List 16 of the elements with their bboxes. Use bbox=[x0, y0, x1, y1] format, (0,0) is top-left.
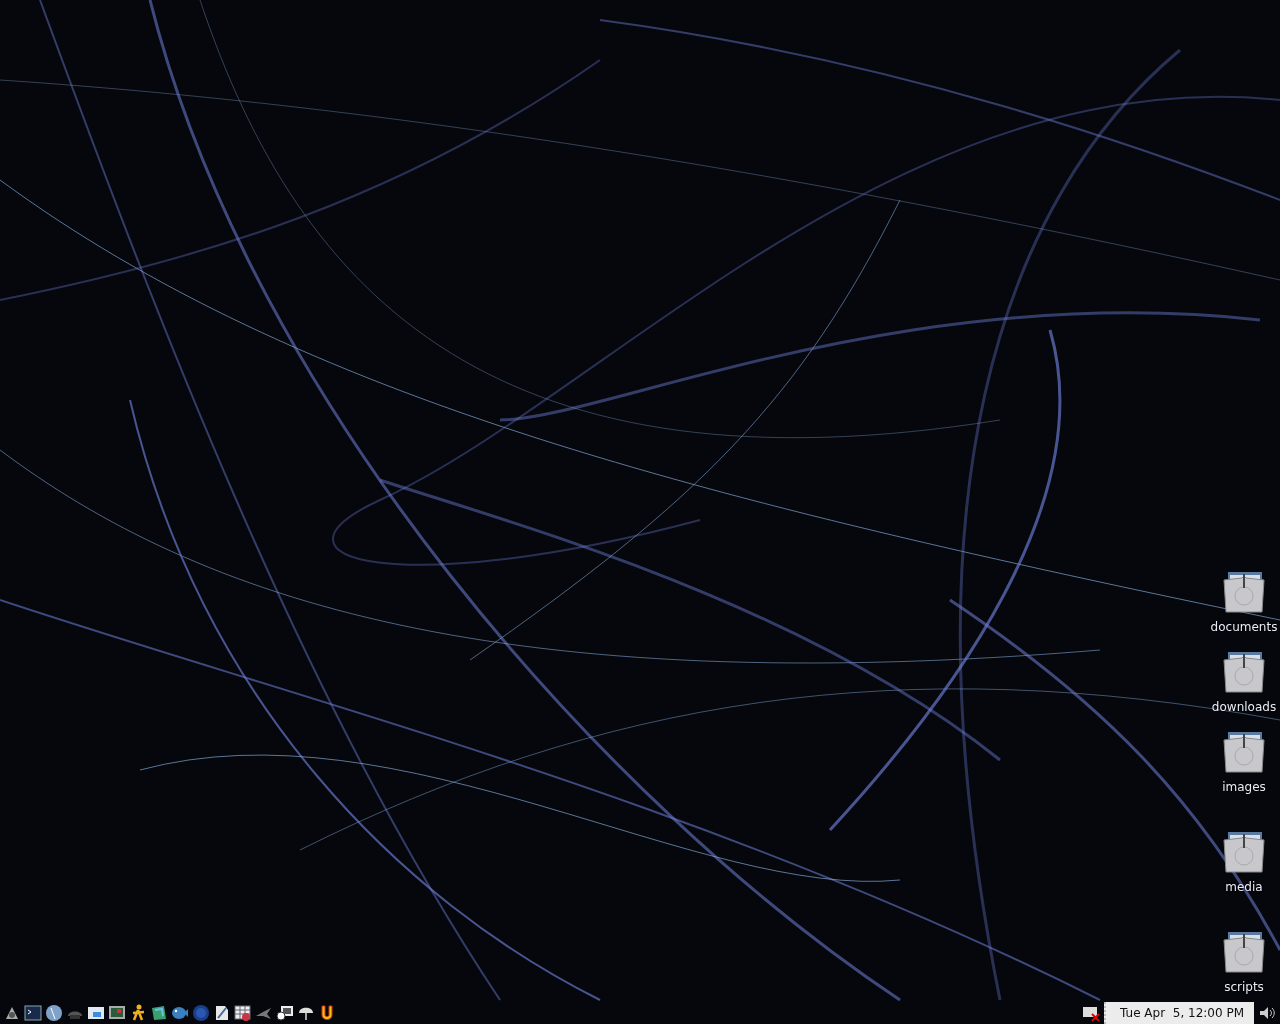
folder-label[interactable]: documents bbox=[1210, 620, 1278, 634]
globe-icon[interactable] bbox=[45, 1004, 63, 1022]
fish-icon[interactable] bbox=[171, 1004, 189, 1022]
monitor-icon[interactable] bbox=[108, 1004, 126, 1022]
folder-label[interactable]: images bbox=[1222, 780, 1266, 794]
folder-label[interactable]: downloads bbox=[1211, 700, 1277, 714]
window-close-icon[interactable] bbox=[1082, 1004, 1101, 1022]
puzzle-icon[interactable] bbox=[150, 1004, 168, 1022]
magnet-icon[interactable] bbox=[318, 1004, 336, 1022]
document-icon[interactable] bbox=[213, 1004, 231, 1022]
terminal-icon[interactable] bbox=[24, 1004, 42, 1022]
folder-label[interactable]: scripts bbox=[1224, 980, 1264, 994]
picture-icon[interactable] bbox=[276, 1004, 294, 1022]
spreadsheet-icon[interactable] bbox=[234, 1004, 252, 1022]
folder-label[interactable]: media bbox=[1225, 880, 1263, 894]
clock[interactable]: Tue Apr 5, 12:00 PM bbox=[1104, 1002, 1254, 1024]
